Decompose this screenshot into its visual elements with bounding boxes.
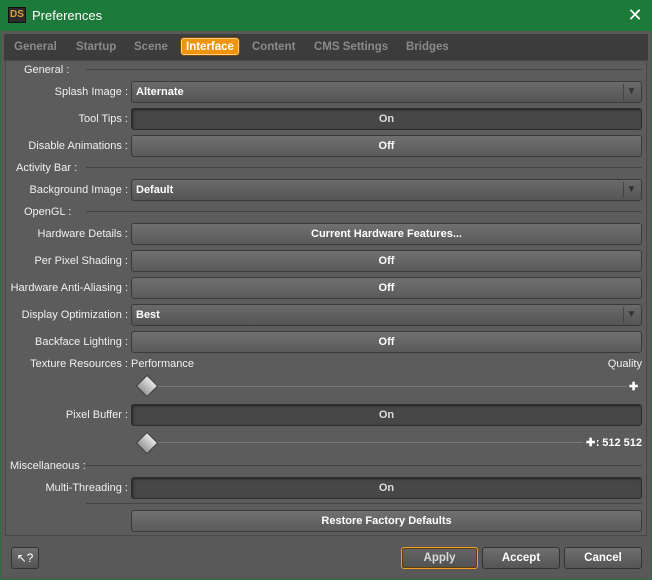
cancel-button[interactable]: Cancel (564, 547, 642, 569)
per-pixel-shading-label: Per Pixel Shading : (34, 255, 128, 267)
tab-startup[interactable]: Startup (76, 39, 116, 55)
per-pixel-shading-toggle[interactable]: Off (131, 250, 642, 272)
splash-image-select[interactable]: Alternate ▼ (131, 81, 642, 103)
display-optimization-select[interactable]: Best ▼ (131, 304, 642, 326)
daz-studio-app-icon: DS (8, 7, 26, 23)
section-activity-bar-label: Activity Bar : (16, 162, 78, 174)
pixel-buffer-label: Pixel Buffer : (65, 409, 128, 421)
display-optimization-value: Best (136, 309, 160, 321)
pixel-buffer-slider-track[interactable] (147, 442, 583, 443)
anti-aliasing-label: Hardware Anti-Aliasing : (10, 282, 128, 294)
disable-animations-label: Disable Animations : (28, 140, 128, 152)
texture-max-label: Quality (607, 358, 642, 370)
title-bar: DS Preferences ✕ (0, 0, 652, 31)
background-image-select[interactable]: Default ▼ (131, 179, 642, 201)
splash-image-value: Alternate (136, 86, 184, 98)
backface-lighting-toggle[interactable]: Off (131, 331, 642, 353)
pixel-buffer-value: 512 x 512 (597, 437, 642, 449)
current-hardware-features-button[interactable]: Current Hardware Features... (131, 223, 642, 245)
plus-icon[interactable]: ✚ (629, 380, 638, 393)
close-icon[interactable]: ✕ (618, 0, 652, 31)
pixel-buffer-toggle[interactable]: On (131, 404, 642, 426)
disable-animations-toggle[interactable]: Off (131, 135, 642, 157)
tab-bar: General Startup Scene Interface Content … (4, 34, 648, 60)
background-image-label: Background Image : (29, 184, 128, 196)
section-divider (86, 211, 642, 212)
backface-lighting-label: Backface Lighting : (35, 336, 128, 348)
tool-tips-toggle[interactable]: On (131, 108, 642, 130)
section-divider (86, 167, 642, 168)
apply-button[interactable]: Apply (401, 547, 478, 569)
texture-resources-slider-track[interactable] (147, 386, 627, 387)
anti-aliasing-toggle[interactable]: Off (131, 277, 642, 299)
tab-cms-settings[interactable]: CMS Settings (314, 39, 388, 55)
chevron-down-icon: ▼ (623, 307, 639, 323)
tab-general[interactable]: General (14, 39, 57, 55)
section-divider (86, 503, 642, 504)
section-divider (86, 465, 642, 466)
tab-interface[interactable]: Interface (181, 38, 239, 55)
restore-factory-defaults-button[interactable]: Restore Factory Defaults (131, 510, 642, 532)
section-misc-label: Miscellaneous : (10, 460, 86, 472)
texture-resources-label: Texture Resources : (30, 358, 128, 370)
chevron-down-icon: ▼ (623, 84, 639, 100)
plus-icon[interactable]: ✚ (586, 436, 595, 449)
accept-button[interactable]: Accept (482, 547, 560, 569)
multi-threading-toggle[interactable]: On (131, 477, 642, 499)
section-general-label: General : (24, 64, 70, 76)
tab-scene[interactable]: Scene (134, 39, 168, 55)
chevron-down-icon: ▼ (623, 182, 639, 198)
whats-this-help-icon[interactable]: ↖? (11, 547, 39, 569)
hardware-details-label: Hardware Details : (37, 228, 128, 240)
tab-content[interactable]: Content (252, 39, 295, 55)
window-title: Preferences (32, 8, 103, 23)
tool-tips-label: Tool Tips : (78, 113, 128, 125)
display-optimization-label: Display Optimization : (21, 309, 128, 321)
background-image-value: Default (136, 184, 174, 196)
section-opengl-label: OpenGL : (24, 206, 72, 218)
multi-threading-label: Multi-Threading : (45, 482, 128, 494)
splash-image-label: Splash Image : (54, 86, 128, 98)
tab-bridges[interactable]: Bridges (406, 39, 449, 55)
texture-min-label: Performance (131, 358, 194, 370)
section-divider (86, 69, 642, 70)
